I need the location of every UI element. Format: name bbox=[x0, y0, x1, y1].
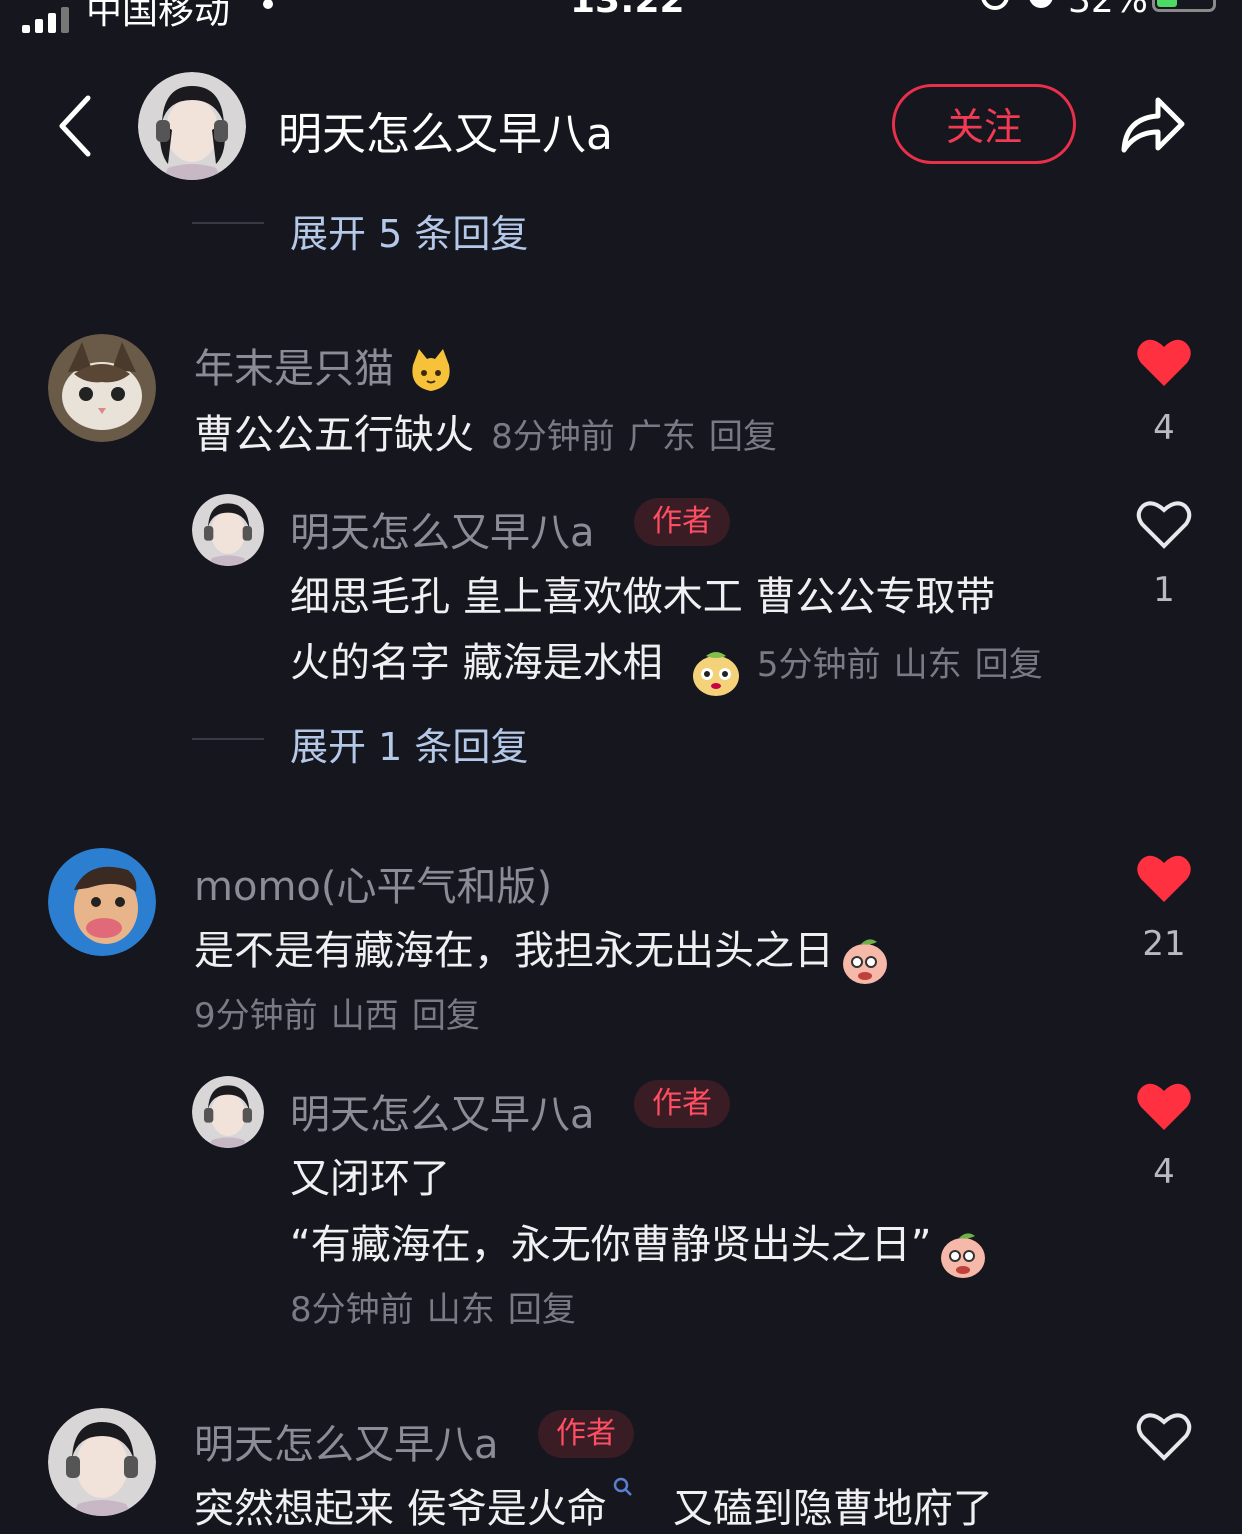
avatar[interactable] bbox=[48, 1408, 156, 1516]
heart-outline-icon[interactable] bbox=[1136, 500, 1192, 550]
comment-username[interactable]: 明天怎么又早八a bbox=[194, 1412, 499, 1470]
divider bbox=[192, 738, 264, 740]
comment-username[interactable]: momo(心平气和版) bbox=[194, 854, 552, 912]
like-count: 4 bbox=[1153, 1152, 1175, 1192]
avatar[interactable] bbox=[138, 72, 246, 180]
comment-location: 山西 bbox=[330, 996, 399, 1036]
share-icon[interactable] bbox=[1118, 92, 1188, 156]
heart-icon[interactable] bbox=[1136, 854, 1192, 904]
follow-button[interactable]: 关注 bbox=[892, 84, 1076, 164]
expand-replies-link[interactable]: 展开 5 条回复 bbox=[290, 203, 528, 258]
comment-text: 又磕到隐曹地府了 bbox=[672, 1486, 993, 1532]
comment-text: 火的名字 藏海是水相 bbox=[290, 640, 663, 686]
heart-icon[interactable] bbox=[1136, 338, 1192, 388]
comment-text: 细思毛孔 皇上喜欢做木工 曹公公专取带 bbox=[290, 574, 996, 620]
carrier-label: 中国移动 bbox=[86, 0, 231, 32]
divider bbox=[192, 222, 264, 224]
battery-icon bbox=[1152, 0, 1216, 12]
author-badge: 作者 bbox=[634, 1080, 730, 1128]
clock: 13:22 bbox=[570, 0, 685, 21]
signal-icon bbox=[22, 0, 74, 33]
comment-location: 广东 bbox=[627, 417, 696, 457]
dog-emoji-icon bbox=[692, 651, 739, 696]
reply-button[interactable]: 回复 bbox=[709, 417, 777, 457]
comment-text: 曹公公五行缺火 bbox=[194, 412, 474, 458]
comment-username[interactable]: 明天怎么又早八a bbox=[290, 1082, 595, 1140]
comment-time: 8分钟前 bbox=[290, 1290, 414, 1330]
author-badge: 作者 bbox=[538, 1410, 634, 1458]
heart-outline-icon[interactable] bbox=[1136, 1412, 1192, 1462]
back-icon[interactable] bbox=[56, 92, 96, 160]
like-count: 21 bbox=[1142, 924, 1186, 964]
comment-text: 突然想起来 侯爷是火命 bbox=[194, 1486, 607, 1532]
peach-emoji-icon bbox=[940, 1232, 985, 1278]
comment-time: 5分钟前 bbox=[756, 645, 881, 685]
reply-button[interactable]: 回复 bbox=[508, 1290, 576, 1330]
comment-username[interactable]: 年末是只猫 bbox=[194, 346, 394, 392]
comment-location: 山东 bbox=[426, 1290, 495, 1330]
status-bar: 中国移动 13:22 32% bbox=[0, 0, 1242, 33]
rotation-lock-icon bbox=[981, 0, 1009, 10]
avatar[interactable] bbox=[48, 334, 156, 442]
header-username[interactable]: 明天怎么又早八a bbox=[278, 98, 613, 162]
avatar[interactable] bbox=[192, 494, 264, 566]
like-count: 4 bbox=[1153, 408, 1175, 448]
comment-text: 是不是有藏海在，我担永无出头之日 bbox=[194, 928, 834, 974]
search-icon[interactable] bbox=[612, 1476, 634, 1498]
comment-location: 山东 bbox=[893, 645, 962, 685]
avatar[interactable] bbox=[192, 1076, 264, 1148]
like-count: 1 bbox=[1153, 570, 1175, 610]
wifi-icon bbox=[263, 0, 273, 9]
peach-emoji-icon bbox=[843, 938, 888, 984]
avatar[interactable] bbox=[48, 848, 156, 956]
comment-username[interactable]: 明天怎么又早八a bbox=[290, 500, 595, 558]
reply-button[interactable]: 回复 bbox=[975, 645, 1043, 685]
comment-text: 又闭环了 bbox=[290, 1156, 450, 1202]
author-badge: 作者 bbox=[634, 498, 730, 546]
comment-text: “有藏海在，永无你曹静贤出头之日” bbox=[290, 1222, 932, 1268]
battery-percent: 32% bbox=[1068, 0, 1149, 21]
comment-time: 8分钟前 bbox=[491, 417, 615, 457]
reply-button[interactable]: 回复 bbox=[412, 996, 480, 1036]
cat-emoji-icon bbox=[412, 349, 450, 391]
heart-icon[interactable] bbox=[1136, 1082, 1192, 1132]
expand-replies-link[interactable]: 展开 1 条回复 bbox=[290, 716, 528, 771]
comment-time: 9分钟前 bbox=[194, 996, 318, 1036]
alarm-icon bbox=[1029, 0, 1053, 8]
